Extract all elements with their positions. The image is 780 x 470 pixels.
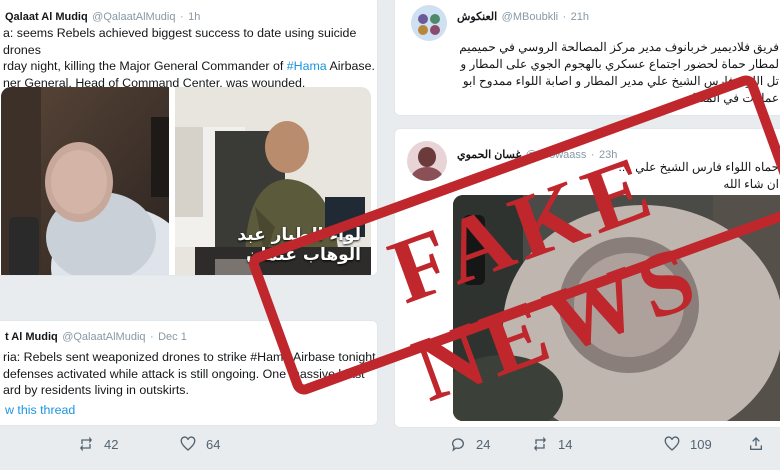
retweet-icon (534, 436, 546, 452)
show-thread-link[interactable]: w this thread (5, 403, 75, 417)
retweet-action[interactable]: 14 (532, 436, 572, 452)
user-handle[interactable]: @QalaatAlMudiq (62, 331, 145, 343)
retweet-icon (80, 436, 92, 452)
like-count: 109 (690, 436, 712, 452)
user-name[interactable]: t Al Mudiq (5, 331, 58, 343)
user-handle[interactable]: @MBoubkli (502, 11, 558, 23)
reply-count: 24 (476, 436, 491, 452)
tweet-line: لمطار حماة لحضور اجتماع عسكري بالهجوم ال… (460, 57, 779, 71)
tweet-time[interactable]: 21h (571, 11, 589, 23)
share-action[interactable] (748, 436, 774, 452)
tweet-time[interactable]: 1h (188, 11, 200, 23)
retweet-action[interactable]: 42 (78, 436, 118, 452)
tweet-photo-crowd[interactable] (1, 87, 169, 275)
reply-action[interactable]: 24 (450, 436, 490, 452)
tweet-header: t Al Mudiq @QalaatAlMudiq · Dec 1 (5, 331, 187, 343)
tweet-header: العنكوش @MBoubkli · 21h (457, 11, 590, 23)
like-count: 64 (206, 436, 221, 452)
like-action[interactable]: 64 (180, 436, 220, 452)
tweet-line: a: seems Rebels achieved biggest success… (3, 26, 357, 57)
user-handle[interactable]: @QalaatAlMudiq (92, 11, 175, 23)
retweet-count: 14 (558, 436, 573, 452)
user-name[interactable]: Qalaat Al Mudiq (5, 11, 88, 23)
tweet-header: Qalaat Al Mudiq @QalaatAlMudiq · 1h (5, 11, 201, 23)
tweet-time[interactable]: Dec 1 (158, 331, 187, 343)
reply-icon (452, 438, 464, 452)
heart-icon (664, 436, 680, 451)
user-name[interactable]: العنكوش (457, 11, 497, 23)
retweet-count: 42 (104, 436, 119, 452)
tweet-text: a: seems Rebels achieved biggest success… (3, 25, 377, 91)
heart-icon (180, 436, 196, 451)
like-action[interactable]: 109 (664, 436, 712, 452)
tweet-line: فريق فلاديمير خربانوف مدير مركز المصالحة… (459, 40, 779, 54)
avatar[interactable] (411, 5, 447, 41)
tweet-line: rday night, killing the Major General Co… (3, 59, 375, 73)
hashtag-link[interactable]: #Hama (287, 59, 327, 73)
share-icon (750, 437, 762, 450)
